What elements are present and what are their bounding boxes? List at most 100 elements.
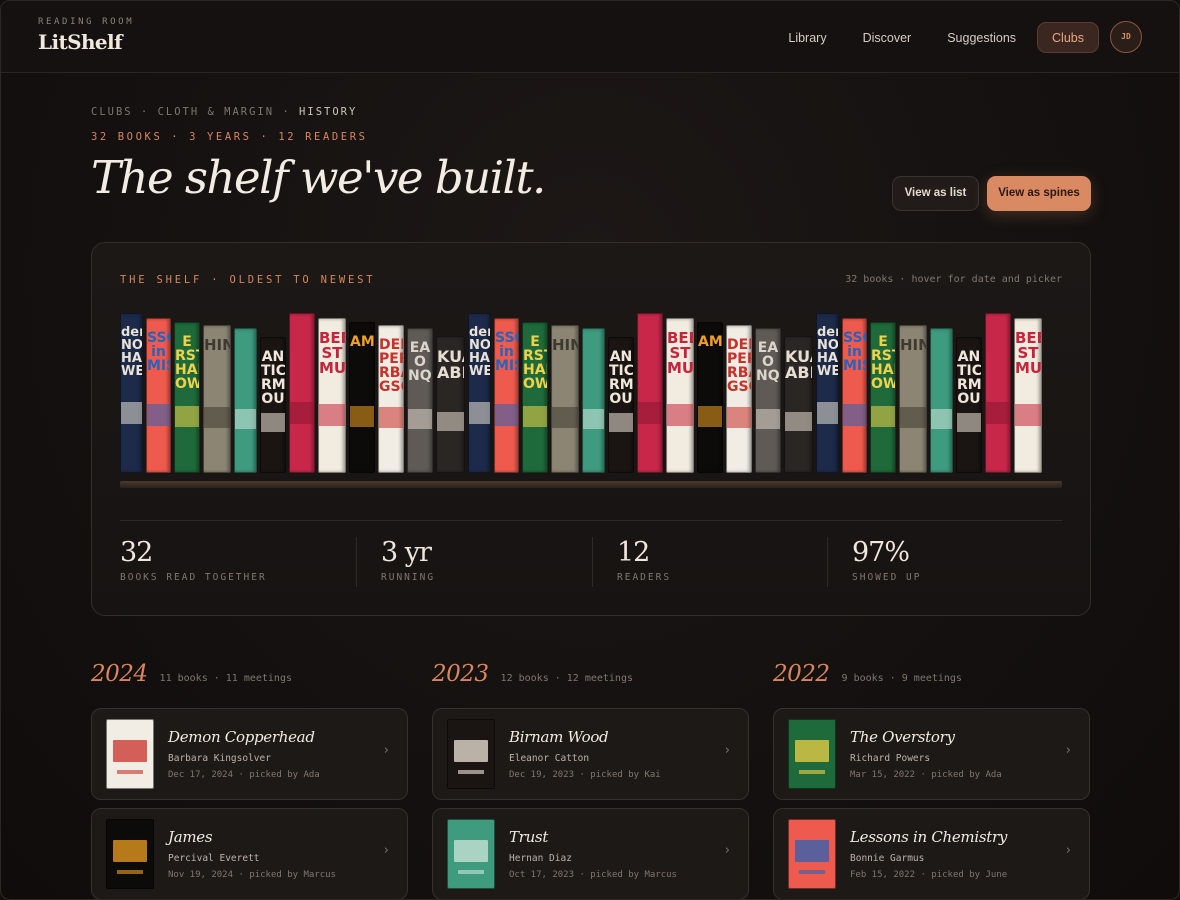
book-spine[interactable]: EA O NQUI — [755, 328, 781, 473]
book-spine[interactable]: SSO in MIS — [494, 318, 519, 473]
book-author: Richard Powers — [850, 753, 931, 764]
spine-letters: SSO in MIS — [495, 330, 518, 374]
book-spine[interactable]: AN TIC RM OU — [608, 337, 634, 473]
spine-letters: HIN — [552, 336, 578, 354]
book-spine[interactable]: DEMO PERH RBAR GSOL — [378, 325, 404, 473]
breadcrumb-current: HISTORY — [299, 106, 358, 118]
book-spine[interactable]: KUA ABE — [784, 336, 813, 473]
spine-band — [957, 413, 981, 432]
spine-letters: HIN — [900, 336, 926, 354]
book-spine[interactable]: der NOV HA WE — [468, 313, 491, 473]
panel-divider — [120, 520, 1062, 521]
spine-band — [408, 409, 432, 429]
book-card[interactable]: James Percival Everett Nov 19, 2024 · pi… — [91, 808, 408, 899]
book-card[interactable]: Lessons in Chemistry Bonnie Garmus Feb 1… — [773, 808, 1090, 899]
stat-running: 3 yr RUNNING — [381, 535, 435, 587]
cover-strip — [117, 870, 143, 874]
year-2023-header: 2023 12 books · 12 meetings — [432, 661, 633, 687]
book-spine[interactable]: KUA ABE — [436, 336, 465, 473]
book-spine[interactable]: E RST HAI OW — [522, 322, 548, 473]
nav-library[interactable]: Library — [773, 22, 841, 53]
brand-logo[interactable]: LitShelf — [38, 30, 123, 54]
spine-letters: HIN — [204, 336, 230, 354]
view-as-list-button[interactable]: View as list — [892, 176, 979, 211]
book-spine[interactable]: BEE ST MUR — [1014, 318, 1042, 473]
spine-letters: AM — [698, 334, 723, 350]
book-card[interactable]: Trust Hernan Diaz Oct 17, 2023 · picked … — [432, 808, 749, 899]
book-spine[interactable]: AM — [697, 322, 723, 473]
stat-value: 97% — [852, 537, 910, 568]
book-spine[interactable]: der NOV HA WE — [816, 313, 839, 473]
book-spine[interactable]: E RST HAI OW — [174, 322, 200, 473]
book-spine[interactable] — [289, 313, 315, 473]
shelf-board — [120, 481, 1062, 488]
book-cover — [788, 719, 836, 789]
spine-letters: KUA ABE — [437, 347, 464, 382]
book-meeting-info: Nov 19, 2024 · picked by Marcus — [168, 870, 336, 880]
cover-strip — [799, 870, 825, 874]
chevron-right-icon: › — [383, 743, 389, 758]
breadcrumb-path[interactable]: CLUBS · CLOTH & MARGIN · — [91, 106, 299, 118]
spine-band — [204, 407, 230, 428]
nav-discover[interactable]: Discover — [848, 22, 927, 53]
year-label: 2022 — [773, 661, 830, 687]
spine-letters: E RST HAI OW — [175, 334, 200, 392]
book-meeting-info: Feb 15, 2022 · picked by June — [850, 870, 1008, 880]
book-spine[interactable]: AN TIC RM OU — [260, 337, 286, 473]
book-spine[interactable]: SSO in MIS — [146, 318, 171, 473]
main-nav: Library Discover Suggestions Clubs — [773, 22, 1099, 53]
cover-strip — [458, 870, 484, 874]
book-spine[interactable] — [930, 328, 953, 473]
cover-band — [454, 740, 488, 762]
spine-band — [931, 409, 952, 429]
view-as-spines-button[interactable]: View as spines — [987, 176, 1091, 211]
book-spine[interactable]: E RST HAI OW — [870, 322, 896, 473]
nav-clubs[interactable]: Clubs — [1037, 22, 1099, 53]
book-cover — [788, 819, 836, 889]
spine-letters: KUA ABE — [785, 347, 812, 382]
book-spine[interactable]: AM — [349, 322, 375, 473]
stat-books: 32 BOOKS READ TOGETHER — [120, 535, 267, 587]
book-spine[interactable]: SSO in MIS — [842, 318, 867, 473]
spine-letters: DEMO PERH RBAR GSOL — [727, 337, 751, 395]
book-cover — [106, 819, 154, 889]
spine-band — [290, 402, 314, 424]
book-spine[interactable] — [582, 328, 605, 473]
book-card[interactable]: Birnam Wood Eleanor Catton Dec 19, 2023 … — [432, 708, 749, 800]
spine-letters: AN TIC RM OU — [957, 349, 982, 407]
book-cover — [447, 819, 495, 889]
cover-strip — [799, 770, 825, 774]
chevron-right-icon: › — [1065, 743, 1071, 758]
nav-suggestions[interactable]: Suggestions — [932, 22, 1031, 53]
stat-label: BOOKS READ TOGETHER — [120, 572, 267, 583]
book-spine[interactable]: HIN — [203, 325, 231, 473]
book-spine[interactable]: HIN — [551, 325, 579, 473]
spine-letters: EA O NQUI — [408, 340, 432, 384]
shelf-hint: 32 books · hover for date and picker — [845, 274, 1062, 285]
spine-band — [871, 406, 895, 427]
spine-letters: AM — [350, 334, 375, 350]
year-label: 2024 — [91, 661, 148, 687]
cover-band — [795, 740, 829, 762]
book-spine[interactable]: BEE ST MUR — [666, 318, 694, 473]
spine-letters: AN TIC RM OU — [609, 349, 634, 407]
spine-band — [609, 413, 633, 432]
book-spine[interactable]: EA O NQUI — [407, 328, 433, 473]
book-spine[interactable]: der NOV HA WE — [120, 313, 143, 473]
book-spine[interactable]: BEE ST MUR — [318, 318, 346, 473]
spine-letters: E RST HAI OW — [871, 334, 896, 392]
user-avatar[interactable]: JD — [1110, 21, 1142, 53]
book-spine[interactable]: AN TIC RM OU — [956, 337, 982, 473]
book-spine[interactable] — [234, 328, 257, 473]
book-meeting-info: Dec 17, 2024 · picked by Ada — [168, 770, 320, 780]
book-card[interactable]: The Overstory Richard Powers Mar 15, 202… — [773, 708, 1090, 800]
book-card[interactable]: Demon Copperhead Barbara Kingsolver Dec … — [91, 708, 408, 800]
book-title: The Overstory — [850, 728, 955, 746]
book-cover — [447, 719, 495, 789]
book-spine[interactable] — [637, 313, 663, 473]
chevron-right-icon: › — [383, 843, 389, 858]
book-spine[interactable]: DEMO PERH RBAR GSOL — [726, 325, 752, 473]
book-spine[interactable] — [985, 313, 1011, 473]
book-spine[interactable]: HIN — [899, 325, 927, 473]
spine-band — [1015, 404, 1041, 426]
